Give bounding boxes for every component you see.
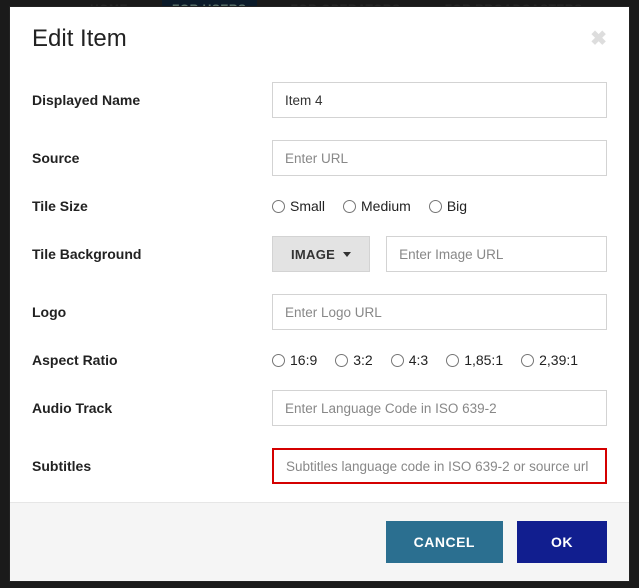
tile-size-big[interactable]: Big: [429, 198, 467, 214]
aspect-4-3-radio[interactable]: [391, 354, 404, 367]
aspect-3-2-label: 3:2: [353, 352, 372, 368]
aspect-16-9-label: 16:9: [290, 352, 317, 368]
aspect-4-3[interactable]: 4:3: [391, 352, 428, 368]
aspect-1-85-1-radio[interactable]: [446, 354, 459, 367]
close-icon[interactable]: ✖: [590, 29, 607, 49]
label-displayed-name: Displayed Name: [32, 92, 272, 108]
bg-type-value: IMAGE: [291, 247, 335, 262]
aspect-16-9[interactable]: 16:9: [272, 352, 317, 368]
subtitles-input[interactable]: [272, 448, 607, 484]
row-tile-background: Tile Background IMAGE: [32, 225, 607, 283]
tile-size-small[interactable]: Small: [272, 198, 325, 214]
tile-size-medium-label: Medium: [361, 198, 411, 214]
modal-footer: CANCEL OK: [10, 502, 629, 581]
row-source: Source: [32, 129, 607, 187]
tile-size-big-radio[interactable]: [429, 200, 442, 213]
aspect-1-85-1[interactable]: 1,85:1: [446, 352, 503, 368]
ok-button[interactable]: OK: [517, 521, 607, 563]
audio-track-input[interactable]: [272, 390, 607, 426]
aspect-2-39-1[interactable]: 2,39:1: [521, 352, 578, 368]
label-tile-background: Tile Background: [32, 246, 272, 262]
modal-body: Displayed Name Source Tile Size Small: [10, 67, 629, 502]
row-displayed-name: Displayed Name: [32, 71, 607, 129]
label-source: Source: [32, 150, 272, 166]
tile-size-medium-radio[interactable]: [343, 200, 356, 213]
bg-image-url-input[interactable]: [386, 236, 607, 272]
row-tile-size: Tile Size Small Medium Big: [32, 187, 607, 225]
source-input[interactable]: [272, 140, 607, 176]
label-logo: Logo: [32, 304, 272, 320]
logo-url-input[interactable]: [272, 294, 607, 330]
tile-size-small-label: Small: [290, 198, 325, 214]
modal-header: Edit Item ✖: [10, 7, 629, 67]
aspect-4-3-label: 4:3: [409, 352, 428, 368]
row-aspect-ratio: Aspect Ratio 16:9 3:2 4:3: [32, 341, 607, 379]
modal-title: Edit Item: [32, 25, 127, 53]
label-aspect-ratio: Aspect Ratio: [32, 352, 272, 368]
row-logo: Logo: [32, 283, 607, 341]
aspect-3-2-radio[interactable]: [335, 354, 348, 367]
tile-size-small-radio[interactable]: [272, 200, 285, 213]
row-subtitles: Subtitles: [32, 437, 607, 495]
tile-size-big-label: Big: [447, 198, 467, 214]
label-audio-track: Audio Track: [32, 400, 272, 416]
bg-type-dropdown[interactable]: IMAGE: [272, 236, 370, 272]
label-subtitles: Subtitles: [32, 458, 272, 474]
aspect-2-39-1-label: 2,39:1: [539, 352, 578, 368]
displayed-name-input[interactable]: [272, 82, 607, 118]
modal-backdrop: Edit Item ✖ Displayed Name Source Tile S…: [0, 0, 639, 588]
label-tile-size: Tile Size: [32, 198, 272, 214]
chevron-down-icon: [343, 252, 351, 257]
aspect-3-2[interactable]: 3:2: [335, 352, 372, 368]
aspect-1-85-1-label: 1,85:1: [464, 352, 503, 368]
aspect-2-39-1-radio[interactable]: [521, 354, 534, 367]
edit-item-modal: Edit Item ✖ Displayed Name Source Tile S…: [9, 6, 630, 582]
row-audio-track: Audio Track: [32, 379, 607, 437]
aspect-16-9-radio[interactable]: [272, 354, 285, 367]
tile-size-medium[interactable]: Medium: [343, 198, 411, 214]
cancel-button[interactable]: CANCEL: [386, 521, 503, 563]
